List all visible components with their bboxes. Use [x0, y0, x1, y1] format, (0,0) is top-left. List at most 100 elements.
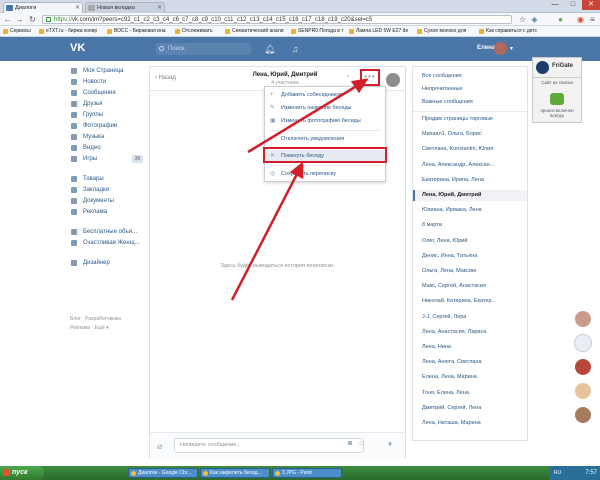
sidebar-item-photos[interactable]: Фотографии — [70, 121, 117, 131]
conversation-item[interactable]: Продам страницы торговые — [413, 114, 527, 125]
sidebar-item-group-happy-woman[interactable]: Счастливая Женщ... — [70, 238, 140, 248]
extension-mode[interactable]: прокси включен всегда — [533, 108, 581, 118]
forward-arrow-icon[interactable]: → — [15, 15, 24, 24]
sidebar-item-goods[interactable]: Товары — [70, 174, 104, 184]
bookmark-item[interactable]: Сухое молоко для — [416, 27, 466, 36]
conversation-item[interactable]: Лена, Юрий, Дмитрий — [413, 190, 527, 201]
conversation-item[interactable]: Лена, Александр, Алексан... — [413, 160, 527, 171]
back-link[interactable]: ‹ Назад — [155, 75, 176, 81]
conversation-item[interactable]: Лена, Нина — [413, 342, 527, 353]
bookmark-item[interactable]: SENPR0 Погода в т — [290, 27, 344, 36]
menu-item-change-photo[interactable]: ▣ Изменить фотографию беседы — [265, 115, 385, 127]
clock[interactable]: 7:57 — [585, 466, 597, 480]
menu-item-add-members[interactable]: + Добавить собеседников — [265, 89, 385, 101]
avatar[interactable] — [574, 382, 592, 400]
conversation-item[interactable]: Светлана, Konstantin, Юлия — [413, 144, 527, 155]
close-window-button[interactable]: ✕ — [582, 0, 600, 10]
footer-link[interactable]: Блог — [70, 316, 81, 322]
conversation-item[interactable]: Макс, Сергей, Анастасия — [413, 281, 527, 292]
message-input[interactable]: Напишите сообщение... — [174, 438, 364, 453]
conversation-item[interactable]: Олег, Лена, Юрий — [413, 236, 527, 247]
proxy-toggle-icon[interactable] — [550, 93, 564, 105]
back-arrow-icon[interactable]: ← — [3, 15, 12, 24]
search-input[interactable]: Поиск — [156, 43, 251, 55]
conversation-item[interactable]: Юлиана, Иришка, Лена — [413, 205, 527, 216]
conversation-item[interactable]: Елена, Лена, Марина — [413, 372, 527, 383]
language-indicator[interactable]: RU — [554, 470, 561, 476]
conversation-item[interactable]: J-J, Сергей, Лера — [413, 312, 527, 323]
notification-bell-icon[interactable]: ◔ — [346, 74, 354, 82]
conversation-item[interactable]: Лена, Анастасия, Лариса — [413, 327, 527, 338]
footer-link[interactable]: Реклама — [70, 325, 90, 331]
bookmark-item[interactable]: Семантический анали — [224, 27, 284, 36]
music-icon[interactable]: ♫ — [290, 44, 300, 54]
menu-item-rename[interactable]: ✎ Изменить название беседы — [265, 102, 385, 114]
sidebar-item-designer[interactable]: Дизайнер — [70, 258, 110, 268]
bookmark-item[interactable]: Как справиться с детс — [478, 27, 537, 36]
avatar[interactable] — [574, 334, 592, 352]
attach-icon[interactable]: ⌀ — [157, 441, 162, 452]
minimize-button[interactable]: — — [546, 0, 564, 10]
sidebar-item-video[interactable]: Видео — [70, 143, 101, 153]
sidebar-item-my-page[interactable]: Моя Страница — [70, 66, 124, 76]
avatar[interactable] — [574, 358, 592, 376]
filter-important[interactable]: Важные сообщения — [413, 97, 527, 108]
tab-new[interactable]: Новая вкладка ✕ — [85, 2, 165, 13]
sidebar-item-groups[interactable]: Группы — [70, 110, 103, 120]
close-icon[interactable]: ✕ — [75, 4, 80, 11]
taskbar-item[interactable]: 3 JPG - Paint — [272, 468, 342, 478]
user-name[interactable]: Елена — [477, 45, 495, 51]
sidebar-item-messages[interactable]: Сообщения — [70, 88, 116, 98]
sidebar-item-ads[interactable]: Реклама — [70, 207, 107, 217]
close-icon[interactable]: ✕ — [157, 4, 162, 11]
maximize-button[interactable]: □ — [564, 0, 582, 10]
sidebar-item-bookmarks[interactable]: Закладки — [70, 185, 109, 195]
avatar[interactable] — [574, 310, 592, 328]
footer-link[interactable]: Разработчикам — [85, 316, 121, 322]
chat-title[interactable]: Лена, Юрий, Дмитрий — [240, 72, 330, 78]
vk-extension-icon[interactable]: ◈ — [530, 15, 539, 24]
star-icon[interactable]: ☆ — [518, 15, 527, 24]
tab-dialogs[interactable]: Диалоги ✕ — [3, 2, 83, 13]
chat-avatar[interactable] — [386, 73, 400, 87]
conversation-item[interactable]: Екатерина, Ирина, Лена — [413, 175, 527, 186]
conversation-item[interactable]: Дмитрий, Сергей, Лена — [413, 403, 527, 414]
notifications-extension-icon[interactable]: ◉ — [576, 15, 585, 24]
conversation-item[interactable]: Тоня, Елена, Лена — [413, 388, 527, 399]
sidebar-item-music[interactable]: Музыка — [70, 132, 104, 142]
avatar[interactable] — [494, 42, 507, 55]
bookmark-item[interactable]: ВОСС - Биржевая ина — [106, 27, 166, 36]
conversation-item[interactable]: Лена, Наташа, Марина — [413, 418, 527, 429]
conversation-item[interactable]: Лена, Анюта, Светлана — [413, 357, 527, 368]
frigate-extension-icon[interactable]: ● — [556, 15, 565, 24]
filter-all-messages[interactable]: Все сообщения — [413, 71, 527, 82]
start-button[interactable]: пуск — [0, 466, 44, 480]
sidebar-item-friends[interactable]: Друзья — [70, 99, 102, 109]
menu-item-save-history[interactable]: ◎ Сохранить переписку — [265, 168, 385, 180]
avatar[interactable] — [574, 406, 592, 424]
vk-logo[interactable]: VK — [70, 43, 87, 54]
microphone-icon[interactable]: ♦ — [388, 439, 392, 448]
bookmark-item[interactable]: Сервисы — [2, 27, 31, 36]
sidebar-item-group-free-ads[interactable]: Бесплатные объя... — [70, 227, 137, 237]
filter-unread[interactable]: Непрочитанные — [413, 84, 527, 95]
menu-item-mute[interactable]: ♪ Отключить уведомления — [265, 133, 385, 145]
bookmark-item[interactable]: Лампа LED 5W E27 de — [348, 27, 408, 36]
sidebar-item-documents[interactable]: Документы — [70, 196, 114, 206]
menu-icon[interactable]: ≡ — [588, 15, 597, 24]
conversation-item[interactable]: Николай, Катерина, Екатер... — [413, 296, 527, 307]
bookmark-item[interactable]: Отслеживать — [174, 27, 213, 36]
taskbar-item[interactable]: Диалоги - Google Chr... — [128, 468, 198, 478]
camera-icon[interactable]: ◙ — [348, 440, 352, 447]
reload-icon[interactable]: ↻ — [28, 15, 37, 24]
conversation-item[interactable]: Михаил1, Ольга, Борис — [413, 129, 527, 140]
sidebar-item-news[interactable]: Новости — [70, 77, 106, 87]
taskbar-item[interactable]: Как закрепить бесед... — [200, 468, 270, 478]
conversation-item[interactable]: Ольга, Лена, Максим — [413, 266, 527, 277]
sidebar-item-games[interactable]: Игры 36 — [70, 154, 145, 164]
bookmark-item[interactable]: eTXT.ru - биржа копир — [38, 27, 97, 36]
conversation-item[interactable]: Денис, Инна, Татьяна — [413, 251, 527, 262]
chevron-down-icon[interactable]: ▼ — [509, 46, 514, 52]
footer-link[interactable]: Ещё — [95, 325, 105, 331]
conversation-item[interactable]: 8 марта — [413, 220, 527, 231]
